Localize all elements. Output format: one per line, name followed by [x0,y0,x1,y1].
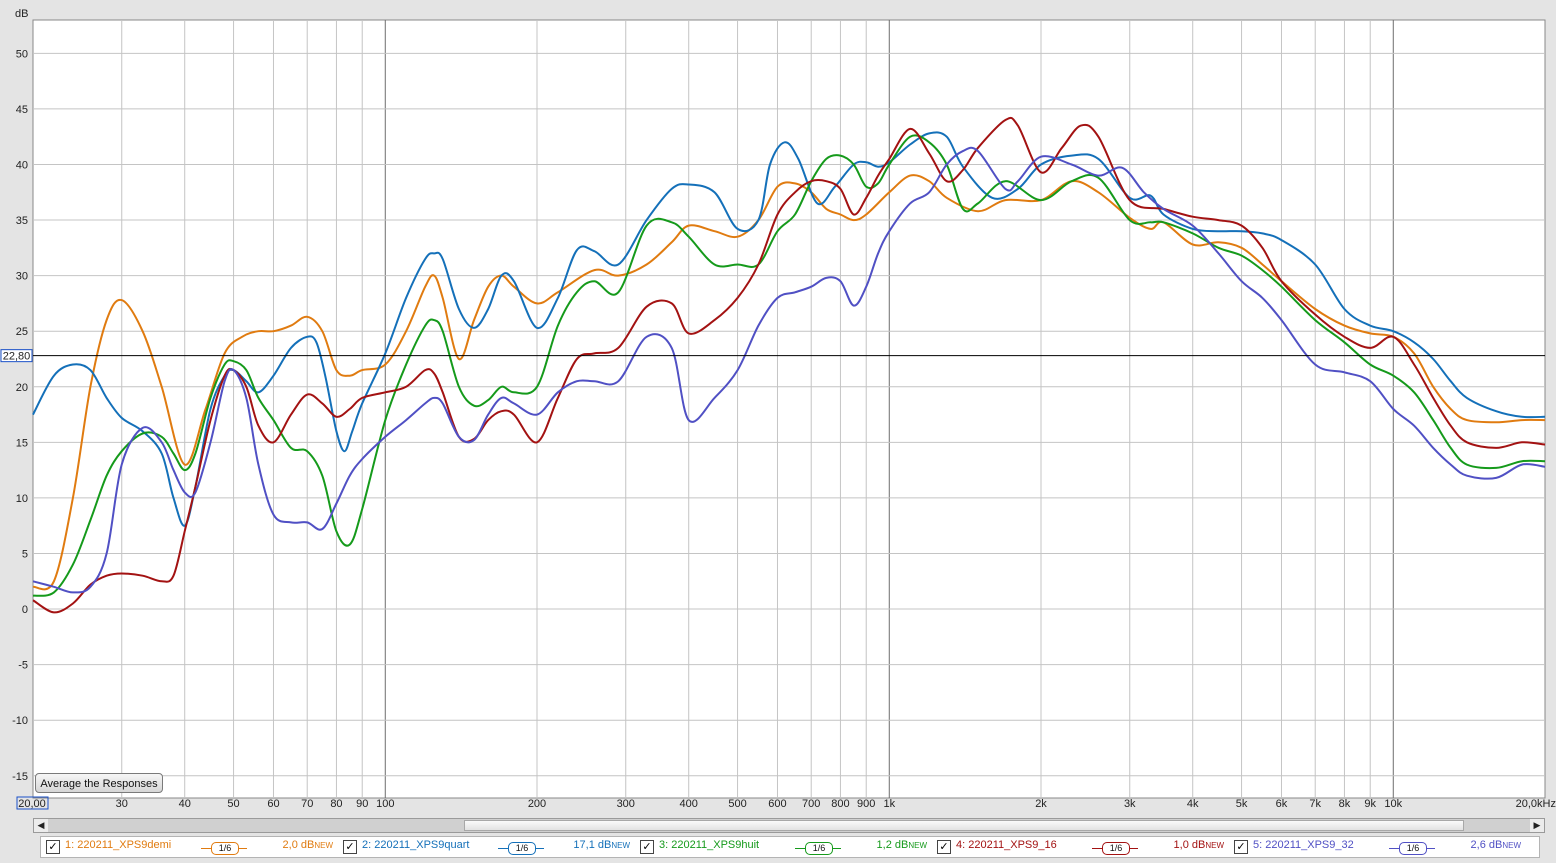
x-tick-label: 60 [267,798,279,810]
x-tick-label: 80 [330,798,342,810]
series-2-checkbox[interactable]: ✓ [343,840,357,854]
series-3-offset[interactable]: 1,2 dBNEW [867,839,927,851]
series-3-checkbox[interactable]: ✓ [640,840,654,854]
x-tick-label: 4k [1187,798,1199,810]
x-tick-label: 600 [768,798,786,810]
x-tick-label: 70 [301,798,313,810]
series-4-smoothing[interactable]: 1/6 [1102,842,1130,855]
series-4-name: 4: 220211_XPS9_16 [956,839,1057,851]
series-1-checkbox[interactable]: ✓ [46,840,60,854]
x-tick-label: 900 [857,798,875,810]
x-tick-label: 800 [831,798,849,810]
y-tick-label: 25 [16,326,28,338]
reference-label: 22,80 [3,351,31,363]
x-tick-label: 8k [1339,798,1351,810]
y-tick-label: 45 [16,104,28,116]
x-tick-label: 90 [356,798,368,810]
x-tick-label: 5k [1236,798,1248,810]
x-tick-label: 400 [680,798,698,810]
y-tick-label: -5 [18,660,28,672]
scroll-left-button[interactable]: ◀ [34,819,48,832]
y-tick-label: -15 [12,771,28,783]
y-tick-label: 0 [22,604,28,616]
x-tick-label: 6k [1276,798,1288,810]
x-tick-label: 300 [617,798,635,810]
series-5-smoothing[interactable]: 1/6 [1399,842,1427,855]
average-responses-button[interactable]: Average the Responses [35,773,163,793]
series-5-checkbox[interactable]: ✓ [1234,840,1248,854]
series-3-smoothing[interactable]: 1/6 [805,842,833,855]
series-4-checkbox[interactable]: ✓ [937,840,951,854]
series-1-offset[interactable]: 2,0 dBNEW [273,839,333,851]
x-tick-label: 9k [1364,798,1376,810]
y-tick-label: 5 [22,548,28,560]
y-tick-label: 30 [16,271,28,283]
x-min-label: 20,00 [18,798,46,810]
x-tick-label: 7k [1309,798,1321,810]
x-tick-label: 2k [1035,798,1047,810]
x-tick-label: 50 [227,798,239,810]
frequency-response-chart: 50454035302520151050-5-10-15dB30 40 50 60 70… [0,8,1556,810]
x-tick-label: 10k [1384,798,1402,810]
series-3-name: 3: 220211_XPS9huit [659,839,760,851]
x-tick-label: 3k [1124,798,1136,810]
x-tick-label: 500 [728,798,746,810]
x-tick-label: 200 [528,798,546,810]
series-2-smoothing[interactable]: 1/6 [508,842,536,855]
y-axis-unit: dB [15,8,28,20]
series-5-offset[interactable]: 2,6 dBNEW [1461,839,1521,851]
y-tick-label: 10 [16,493,28,505]
x-tick-label: 1k [883,798,895,810]
series-1-smoothing[interactable]: 1/6 [211,842,239,855]
series-5-name: 5: 220211_XPS9_32 [1253,839,1354,851]
scroll-right-button[interactable]: ▶ [1530,819,1544,832]
y-tick-label: 40 [16,159,28,171]
x-tick-label: 700 [802,798,820,810]
x-tick-label: 30 [116,798,128,810]
legend-item-2: ✓ 2: 220211_XPS9quart 1/6 17,1 dBNEW [338,837,635,857]
series-2-name: 2: 220211_XPS9quart [362,839,470,851]
scroll-thumb[interactable] [464,820,1464,831]
series-1-name: 1: 220211_XPS9demi [65,839,172,851]
legend-item-4: ✓ 4: 220211_XPS9_16 1/6 1,0 dBNEW [932,837,1229,857]
y-tick-label: 50 [16,48,28,60]
horizontal-scrollbar[interactable]: ◀ ▶ [33,818,1545,833]
legend-item-3: ✓ 3: 220211_XPS9huit 1/6 1,2 dBNEW [635,837,932,857]
plot-area [32,19,1546,799]
legend-bar: ✓ 1: 220211_XPS9demi 1/6 2,0 dBNEW ✓ 2: … [40,836,1540,858]
legend-item-5: ✓ 5: 220211_XPS9_32 1/6 2,6 dBNEW [1229,837,1526,857]
x-tick-label: 100 [376,798,394,810]
y-tick-label: 20 [16,382,28,394]
x-tick-label: 40 [179,798,191,810]
x-max-label: 20,0kHz [1516,798,1556,810]
series-2-offset[interactable]: 17,1 dBNEW [570,839,630,851]
y-tick-label: 15 [16,437,28,449]
series-4-offset[interactable]: 1,0 dBNEW [1164,839,1224,851]
y-tick-label: 35 [16,215,28,227]
y-tick-label: -10 [12,715,28,727]
legend-item-1: ✓ 1: 220211_XPS9demi 1/6 2,0 dBNEW [41,837,338,857]
